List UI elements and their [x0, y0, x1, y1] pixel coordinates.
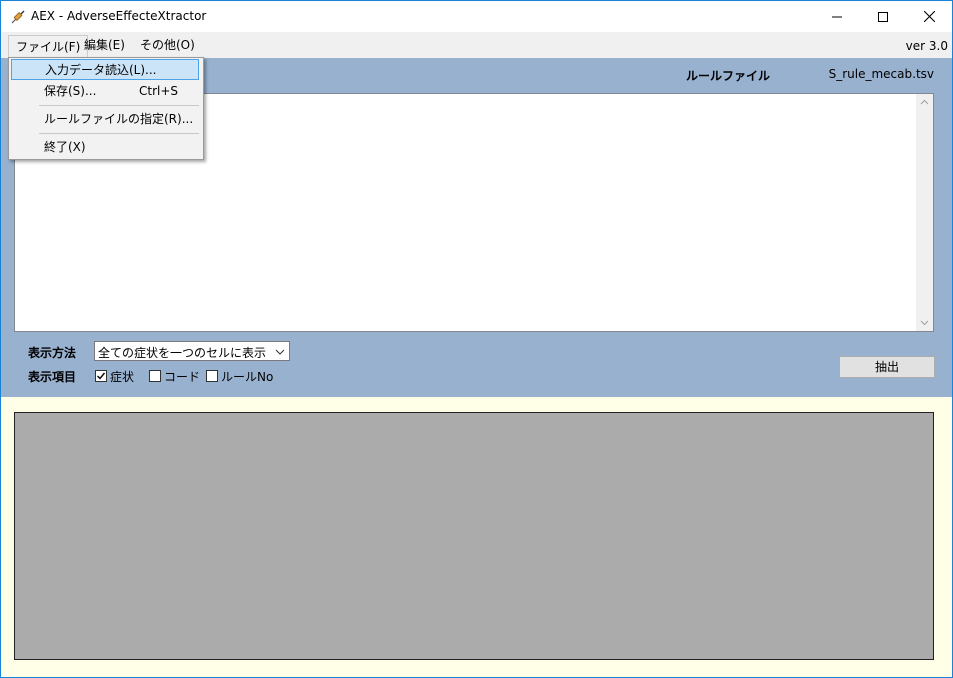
checkbox-box[interactable] — [206, 370, 218, 382]
menu-item-exit[interactable]: 終了(X) — [11, 137, 199, 158]
menu-separator — [39, 133, 199, 134]
title-bar: AEX - AdverseEffecteXtractor — [1, 1, 952, 32]
close-button[interactable] — [906, 1, 952, 32]
menu-item-save[interactable]: 保存(S)... Ctrl+S — [11, 81, 199, 102]
checkbox-label: ルールNo — [221, 369, 274, 384]
display-method-value: 全ての症状を一つのセルに表示 — [98, 346, 267, 360]
display-items-label: 表示項目 — [28, 370, 77, 384]
menu-other[interactable]: その他(O) — [133, 35, 202, 55]
menu-item-label: ルールファイルの指定(R)... — [44, 112, 194, 126]
checkbox-box[interactable] — [149, 370, 161, 382]
checkbox-label: コード — [164, 369, 201, 384]
menu-item-load-input[interactable]: 入力データ読込(L)... — [11, 59, 199, 80]
syringe-icon — [11, 10, 25, 24]
checkbox-box[interactable] — [95, 370, 107, 382]
result-panel — [1, 397, 952, 677]
menu-item-set-rule-file[interactable]: ルールファイルの指定(R)... — [11, 109, 199, 130]
chevron-down-icon — [275, 349, 285, 355]
extract-button[interactable]: 抽出 — [839, 356, 935, 378]
menu-item-label: 終了(X) — [44, 140, 86, 154]
menu-item-label: 保存(S)... — [44, 84, 97, 98]
menu-item-label: 入力データ読込(L)... — [45, 63, 157, 77]
menu-item-shortcut: Ctrl+S — [139, 84, 179, 98]
app-window: AEX - AdverseEffecteXtractor ファイル(F) 編集(… — [0, 0, 953, 678]
window-title: AEX - AdverseEffecteXtractor — [31, 9, 207, 23]
minimize-icon — [832, 16, 842, 17]
scroll-down-arrow-icon[interactable] — [920, 318, 929, 327]
result-grid[interactable] — [14, 412, 934, 660]
rule-file-label: ルールファイル — [686, 69, 771, 83]
version-label: ver 3.0 — [905, 39, 948, 53]
checkbox-rule-no[interactable]: ルールNo — [206, 369, 274, 384]
vertical-scrollbar[interactable] — [916, 94, 933, 331]
scroll-up-arrow-icon[interactable] — [920, 98, 929, 107]
checkbox-label: 症状 — [110, 369, 135, 384]
rule-file-name: S_rule_mecab.tsv — [828, 67, 934, 81]
checkbox-symptom[interactable]: 症状 — [95, 369, 135, 384]
checkbox-code[interactable]: コード — [149, 369, 201, 384]
minimize-button[interactable] — [814, 1, 860, 32]
close-icon — [923, 11, 935, 22]
file-menu-dropdown: 入力データ読込(L)... 保存(S)... Ctrl+S ルールファイルの指定… — [8, 57, 204, 160]
checkmark-icon — [97, 372, 106, 380]
maximize-button[interactable] — [860, 1, 906, 32]
display-method-label: 表示方法 — [28, 346, 77, 360]
maximize-icon — [878, 11, 888, 22]
display-method-select[interactable]: 全ての症状を一つのセルに表示 — [94, 341, 290, 361]
menu-separator — [39, 105, 199, 106]
menu-bar: ファイル(F) 編集(E) その他(O) ver 3.0 — [1, 32, 952, 58]
menu-edit[interactable]: 編集(E) — [77, 35, 132, 55]
